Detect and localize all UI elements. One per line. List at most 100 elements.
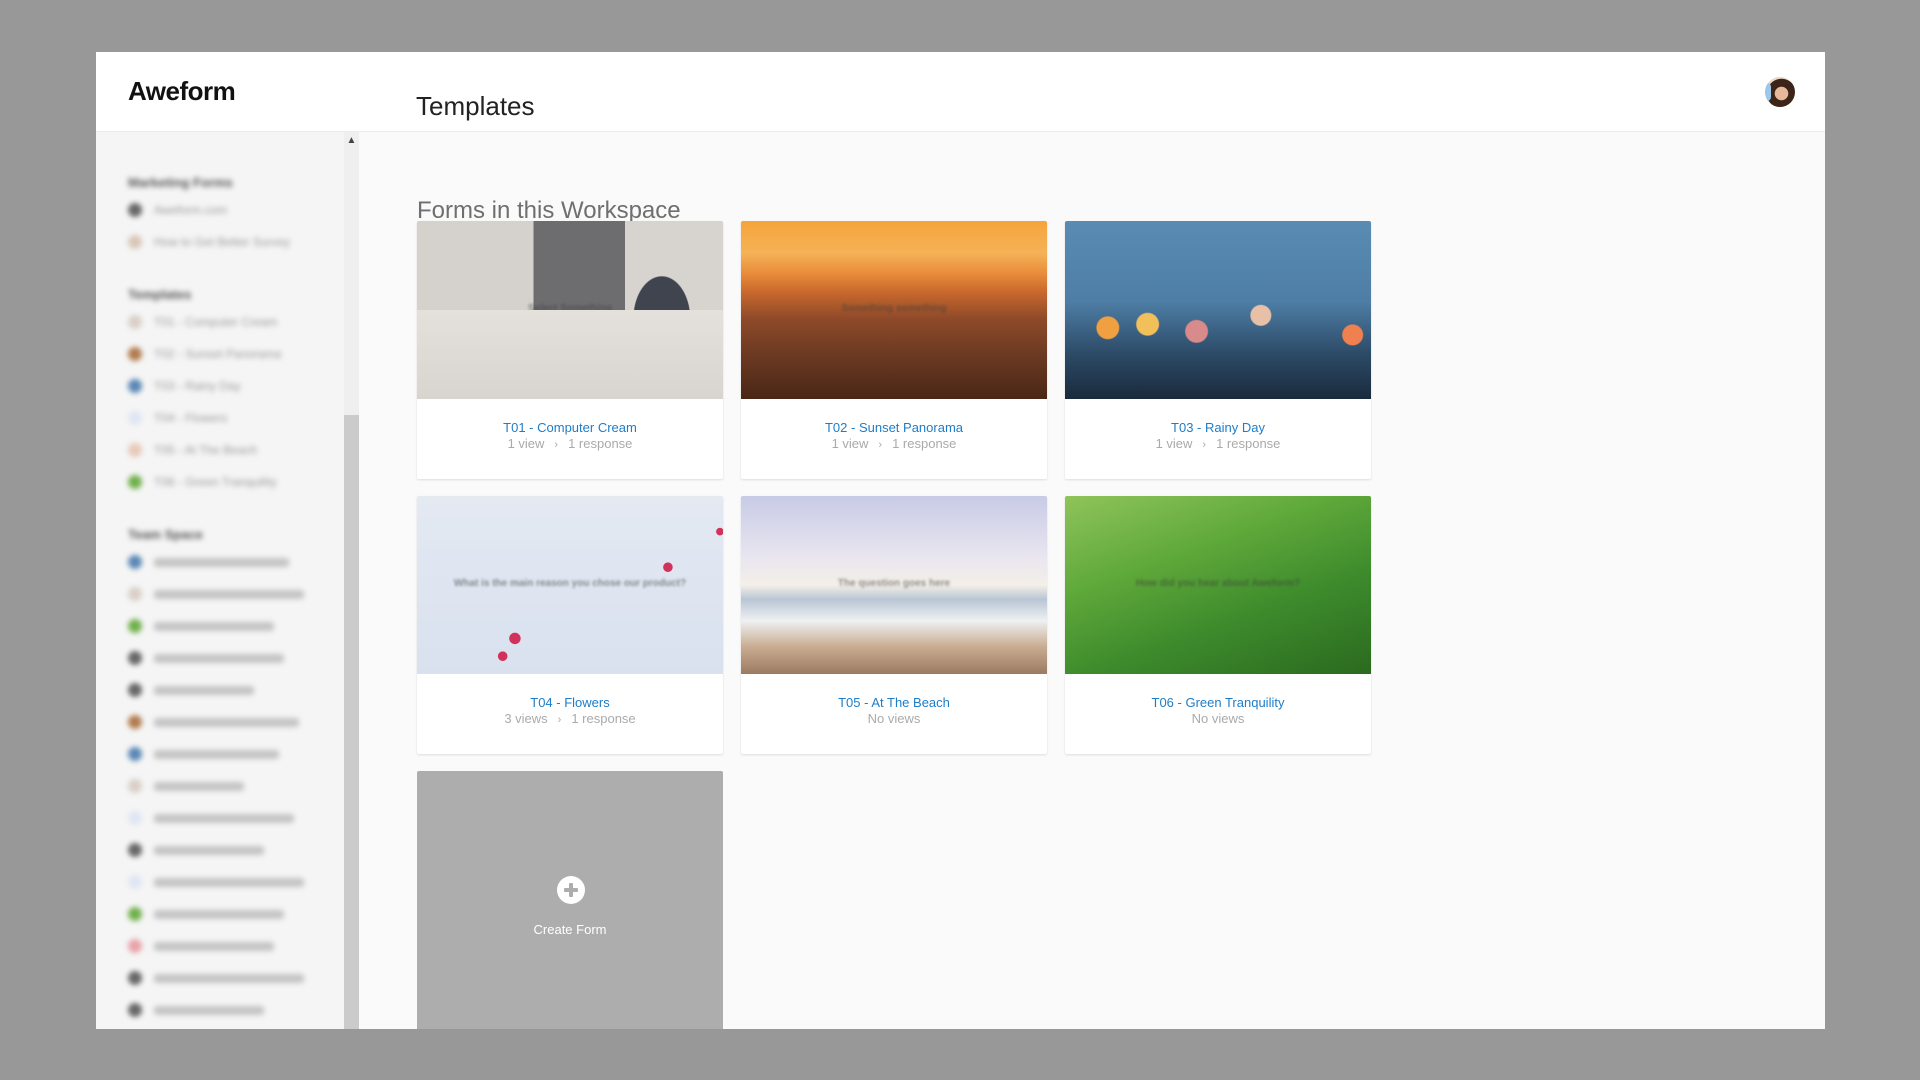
sidebar-item-label <box>154 653 284 663</box>
form-card[interactable]: Select Something T01 - Computer Cream 1 vi… <box>417 221 723 479</box>
cover-question-text: What is the main reason you chose our pr… <box>453 578 687 589</box>
sidebar-item[interactable] <box>128 642 344 674</box>
form-thumbnail-icon <box>128 203 142 217</box>
sidebar-section: Marketing Forms Aweform.com How to Get Bet… <box>96 172 344 258</box>
form-card[interactable]: Something something T02 - Sunset Panorama… <box>741 221 1047 479</box>
form-thumbnail-icon <box>128 875 142 889</box>
form-card[interactable]: T03 - Rainy Day 1 view › 1 response <box>1065 221 1371 479</box>
sidebar-item[interactable]: T05 - At The Beach <box>128 434 344 466</box>
sidebar-item[interactable] <box>128 994 344 1026</box>
sidebar-item-label <box>154 781 244 791</box>
scroll-up-arrow-icon[interactable]: ▲ <box>344 134 359 148</box>
sidebar-item-label <box>154 621 274 631</box>
views-count: No views <box>1191 711 1245 726</box>
sidebar-item-label <box>154 877 304 887</box>
sidebar-item[interactable] <box>128 834 344 866</box>
create-form-label: Create Form <box>533 922 607 937</box>
sidebar-item[interactable] <box>128 610 344 642</box>
sidebar-item[interactable] <box>128 674 344 706</box>
form-title-link[interactable]: T06 - Green Tranquility <box>1065 695 1371 711</box>
sidebar-item[interactable] <box>128 802 344 834</box>
form-thumbnail-icon <box>128 811 142 825</box>
sidebar-item[interactable] <box>128 770 344 802</box>
sidebar-item[interactable] <box>128 866 344 898</box>
sidebar-item[interactable]: T04 - Flowers <box>128 402 344 434</box>
chevron-right-icon: › <box>878 439 883 451</box>
app-window: Aweform Templates Marketing Forms Aweform… <box>96 52 1825 1029</box>
sidebar-item-label: T01 - Computer Cream <box>154 315 278 329</box>
sidebar-item[interactable] <box>128 546 344 578</box>
sidebar-item[interactable] <box>128 930 344 962</box>
sidebar-scrollbar[interactable]: ▲ <box>344 132 359 1029</box>
form-thumbnail-icon <box>128 475 142 489</box>
sidebar-item-label: T02 - Sunset Panorama <box>154 347 282 361</box>
responses-count[interactable]: 1 response <box>571 711 635 726</box>
form-thumbnail-icon <box>128 971 142 985</box>
sidebar-item-label <box>154 1005 264 1015</box>
form-stats: 1 view › 1 response <box>741 436 1047 453</box>
form-title-link[interactable]: T02 - Sunset Panorama <box>741 420 1047 436</box>
form-thumbnail-icon <box>128 235 142 249</box>
form-cover-image[interactable]: Something something <box>741 221 1047 399</box>
chevron-right-icon: › <box>1202 439 1207 451</box>
user-avatar-icon[interactable] <box>1765 77 1795 107</box>
form-card-body: T04 - Flowers 3 views › 1 response <box>417 674 723 728</box>
sidebar-item-label <box>154 813 294 823</box>
sidebar-item[interactable] <box>128 738 344 770</box>
responses-count[interactable]: 1 response <box>1216 436 1280 451</box>
form-card-body: T01 - Computer Cream 1 view › 1 response <box>417 399 723 453</box>
sidebar-item-label <box>154 685 254 695</box>
form-thumbnail-icon <box>128 907 142 921</box>
main-content: Forms in this Workspace Select Something… <box>359 132 1825 1029</box>
form-title-link[interactable]: T03 - Rainy Day <box>1065 420 1371 436</box>
chevron-right-icon: › <box>557 714 562 726</box>
form-thumbnail-icon <box>128 347 142 361</box>
sidebar-item-label: T03 - Rainy Day <box>154 379 241 393</box>
form-card-body: T06 - Green Tranquility No views <box>1065 674 1371 727</box>
sidebar-item[interactable] <box>128 578 344 610</box>
sidebar-item[interactable] <box>128 962 344 994</box>
chevron-right-icon: › <box>554 439 559 451</box>
sidebar-section-heading: Team Space <box>128 527 203 542</box>
sidebar-item[interactable]: T02 - Sunset Panorama <box>128 338 344 370</box>
form-cover-image[interactable] <box>1065 221 1371 399</box>
sidebar-section-heading: Marketing Forms <box>128 175 233 190</box>
responses-count[interactable]: 1 response <box>568 436 632 451</box>
sidebar-item[interactable]: Aweform.com <box>128 194 344 226</box>
sidebar-item[interactable]: How to Get Better Survey <box>128 226 344 258</box>
page-title: Templates <box>416 91 535 122</box>
form-title-link[interactable]: T01 - Computer Cream <box>417 420 723 436</box>
form-card[interactable]: What is the main reason you chose our pr… <box>417 496 723 754</box>
form-thumbnail-icon <box>128 939 142 953</box>
form-cover-image[interactable]: Select Something <box>417 221 723 399</box>
form-thumbnail-icon <box>128 411 142 425</box>
form-card-body: T02 - Sunset Panorama 1 view › 1 response <box>741 399 1047 453</box>
form-card[interactable]: How did you hear about Aweform? T06 - Gre… <box>1065 496 1371 754</box>
form-thumbnail-icon <box>128 379 142 393</box>
form-stats: 1 view › 1 response <box>1065 436 1371 453</box>
form-thumbnail-icon <box>128 443 142 457</box>
form-card-body: T03 - Rainy Day 1 view › 1 response <box>1065 399 1371 453</box>
form-stats: 3 views › 1 response <box>417 711 723 728</box>
sidebar-item-label: T04 - Flowers <box>154 411 228 425</box>
sidebar-item[interactable] <box>128 706 344 738</box>
form-stats: No views <box>741 711 1047 727</box>
form-card[interactable]: The question goes here T05 - At The Beach… <box>741 496 1047 754</box>
sidebar-item[interactable]: T06 - Green Tranquility <box>128 466 344 498</box>
form-title-link[interactable]: T04 - Flowers <box>417 695 723 711</box>
sidebar-item-label <box>154 749 279 759</box>
form-title-link[interactable]: T05 - At The Beach <box>741 695 1047 711</box>
form-thumbnail-icon <box>128 843 142 857</box>
form-cover-image[interactable]: What is the main reason you chose our pr… <box>417 496 723 674</box>
form-thumbnail-icon <box>128 651 142 665</box>
form-thumbnail-icon <box>128 779 142 793</box>
sidebar-item[interactable]: T01 - Computer Cream <box>128 306 344 338</box>
form-cover-image[interactable]: The question goes here <box>741 496 1047 674</box>
create-form-button[interactable]: Create Form <box>417 771 723 1029</box>
form-cover-image[interactable]: How did you hear about Aweform? <box>1065 496 1371 674</box>
app-logo[interactable]: Aweform <box>128 76 236 107</box>
sidebar-item[interactable] <box>128 898 344 930</box>
scrollbar-thumb[interactable] <box>344 415 359 1029</box>
sidebar-item[interactable]: T03 - Rainy Day <box>128 370 344 402</box>
responses-count[interactable]: 1 response <box>892 436 956 451</box>
